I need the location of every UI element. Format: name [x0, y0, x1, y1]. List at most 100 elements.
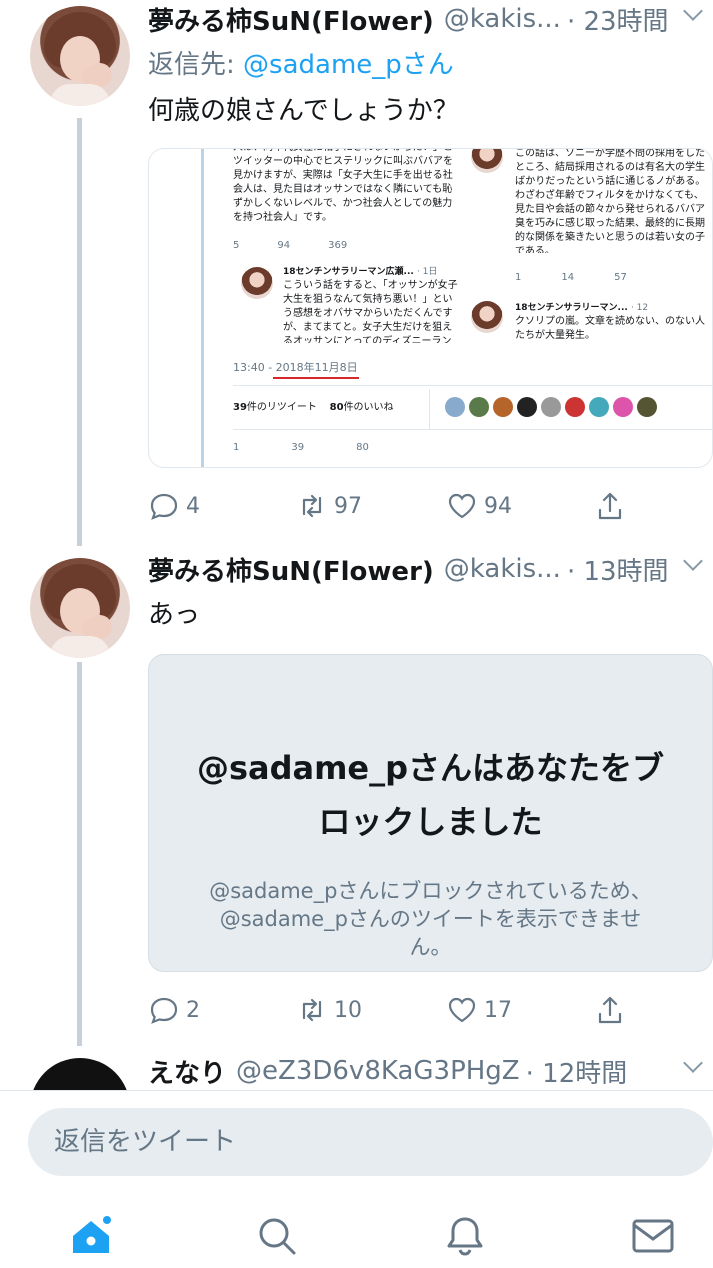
- like-button[interactable]: 94: [446, 490, 512, 522]
- liker-avatar: [589, 397, 609, 417]
- thread-line: [201, 149, 204, 467]
- embedded-tweet-text: この話は、ソニーが学歴不問の採用をしたところ、結局採用されるのは有名大の学生ばか…: [515, 148, 706, 253]
- liker-avatar: [445, 397, 465, 417]
- tweet[interactable]: 夢みる柿SuN(Flower) @kakis... · 13時間 あっ @sad…: [0, 550, 713, 1050]
- embedded-reply-text: こういう話をすると、「オッサンが女子大生を狙うなんて気持ち悪い！」という感想をオ…: [283, 280, 458, 343]
- tweet-header: 夢みる柿SuN(Flower) @kakis... · 13時間: [148, 551, 708, 588]
- mention-link[interactable]: @sadame_pさん: [243, 50, 454, 80]
- tab-bar: [0, 1211, 713, 1261]
- liker-avatar: [565, 397, 585, 417]
- liker-avatar: [517, 397, 537, 417]
- like-count: 94: [484, 493, 512, 519]
- embedded-reply-name: 18センチンサラリーマン広瀬...: [283, 267, 414, 277]
- embedded-reply-name: 18センチンサラリーマン...: [515, 303, 628, 313]
- tab-search[interactable]: [252, 1211, 302, 1261]
- like-button[interactable]: 17: [446, 994, 512, 1026]
- tab-notifications[interactable]: [440, 1211, 490, 1261]
- heart-icon: [448, 997, 476, 1023]
- tweet[interactable]: 夢みる柿SuN(Flower) @kakis... · 23時間 返信先: @s…: [0, 0, 713, 545]
- tweet-actions: 2 10 17: [148, 994, 648, 1034]
- avatar: [471, 149, 503, 173]
- chevron-down-icon[interactable]: [683, 1, 703, 21]
- reply-icon: [150, 493, 178, 520]
- embedded-like-count: 369: [328, 240, 348, 251]
- timestamp[interactable]: · 12時間: [526, 1054, 628, 1090]
- liker-avatar: [541, 397, 561, 417]
- chevron-down-icon[interactable]: [683, 1054, 703, 1073]
- embedded-reply-text: クソリプの嵐。文章を読めない、のない人たちが大量発生。: [515, 316, 705, 341]
- share-icon: [598, 996, 622, 1024]
- timestamp[interactable]: · 23時間: [567, 1, 669, 38]
- embedded-like-count: 80: [329, 402, 344, 413]
- embedded-timestamp: 13:40 - 2018年11月8日: [233, 361, 358, 375]
- liker-avatar: [613, 397, 633, 417]
- liker-avatar: [469, 397, 489, 417]
- reply-to-label: 返信先:: [148, 50, 235, 80]
- tweet-media-image[interactable]: 人は、同年代女性に相手にされないからだ！」とツイッターの中心でヒステリックに叫ぶ…: [148, 148, 713, 468]
- embedded-actions: 1 39 80: [233, 441, 473, 455]
- reply-to-line: 返信先: @sadame_pさん: [148, 44, 454, 81]
- retweet-button[interactable]: 10: [296, 994, 362, 1026]
- messages-icon: [632, 1219, 674, 1253]
- embedded-screenshot: 人は、同年代女性に相手にされないからだ！」とツイッターの中心でヒステリックに叫ぶ…: [149, 149, 712, 467]
- reply-input[interactable]: 返信をツイート: [28, 1108, 713, 1176]
- embedded-reply-count: 1: [233, 442, 240, 453]
- home-icon: [73, 1214, 113, 1253]
- embedded-tweet-text: 人は、同年代女性に相手にされないからだ！」とツイッターの中心でヒステリックに叫ぶ…: [233, 149, 453, 223]
- share-button[interactable]: [594, 994, 626, 1026]
- avatar: [241, 267, 273, 299]
- divider: [429, 389, 430, 429]
- search-icon: [259, 1218, 296, 1255]
- notifications-icon: [447, 1217, 483, 1256]
- display-name[interactable]: えなり: [148, 1054, 226, 1090]
- blocked-notice: @sadame_pさんはあなたをブロックしました @sadame_pさんにブロッ…: [148, 654, 713, 972]
- embedded-actions: 1 14 57: [515, 271, 705, 285]
- reply-icon: [150, 997, 178, 1024]
- display-name[interactable]: 夢みる柿SuN(Flower): [148, 1, 434, 38]
- embedded-time: 13:40 -: [233, 361, 273, 374]
- embedded-reply-time: · 1日: [416, 267, 438, 277]
- retweet-icon: [302, 998, 322, 1022]
- divider: [233, 429, 712, 430]
- heart-icon: [448, 493, 476, 519]
- tab-messages[interactable]: [628, 1211, 678, 1261]
- bottom-bar: 返信をツイート: [0, 1090, 713, 1268]
- red-underline: [273, 377, 359, 379]
- user-handle[interactable]: @kakis...: [444, 554, 561, 584]
- embedded-reply-header: 18センチンサラリーマン... · 12: [515, 301, 711, 315]
- embedded-date: 2018年11月8日: [275, 361, 358, 374]
- blocked-title: @sadame_pさんはあなたをブロックしました: [196, 749, 665, 841]
- embedded-like-count: 80: [356, 442, 369, 453]
- avatar[interactable]: [30, 6, 130, 106]
- embedded-rt-count: 39: [233, 402, 247, 413]
- reply-button[interactable]: 4: [148, 490, 200, 522]
- like-count: 17: [484, 997, 512, 1023]
- divider: [233, 385, 712, 386]
- liker-avatar: [493, 397, 513, 417]
- retweet-count: 10: [334, 997, 362, 1023]
- embedded-reply-header: 18センチンサラリーマン広瀬... · 1日: [283, 265, 458, 279]
- tweet-text: 何歳の娘さんでしょうか？: [148, 96, 459, 126]
- reply-button[interactable]: 2: [148, 994, 200, 1026]
- reply-count: 4: [186, 493, 200, 519]
- retweet-button[interactable]: 97: [296, 490, 362, 522]
- embedded-reply-count: 1: [515, 272, 522, 283]
- user-handle[interactable]: @kakis...: [444, 4, 561, 34]
- chevron-down-icon[interactable]: [683, 551, 703, 571]
- embedded-reply-count: 5: [233, 240, 240, 251]
- avatar[interactable]: [30, 558, 130, 658]
- retweet-count: 97: [334, 493, 362, 519]
- embedded-like-count: 57: [614, 272, 627, 283]
- avatar[interactable]: [30, 1058, 130, 1090]
- user-handle[interactable]: @eZ3D6v8KaG3PHgZ: [236, 1056, 520, 1086]
- tweet[interactable]: えなり @eZ3D6v8KaG3PHgZ · 12時間: [0, 1054, 713, 1090]
- embedded-retweet-count: 39: [291, 442, 305, 453]
- display-name[interactable]: 夢みる柿SuN(Flower): [148, 551, 434, 588]
- share-button[interactable]: [594, 490, 626, 522]
- tab-home[interactable]: [66, 1211, 116, 1261]
- avatar: [471, 301, 503, 333]
- tweet-header: えなり @eZ3D6v8KaG3PHgZ · 12時間: [148, 1054, 708, 1090]
- timestamp[interactable]: · 13時間: [567, 551, 669, 588]
- embedded-engagement: 39件のリツイート 80件のいいね: [233, 401, 394, 415]
- reply-count: 2: [186, 997, 200, 1023]
